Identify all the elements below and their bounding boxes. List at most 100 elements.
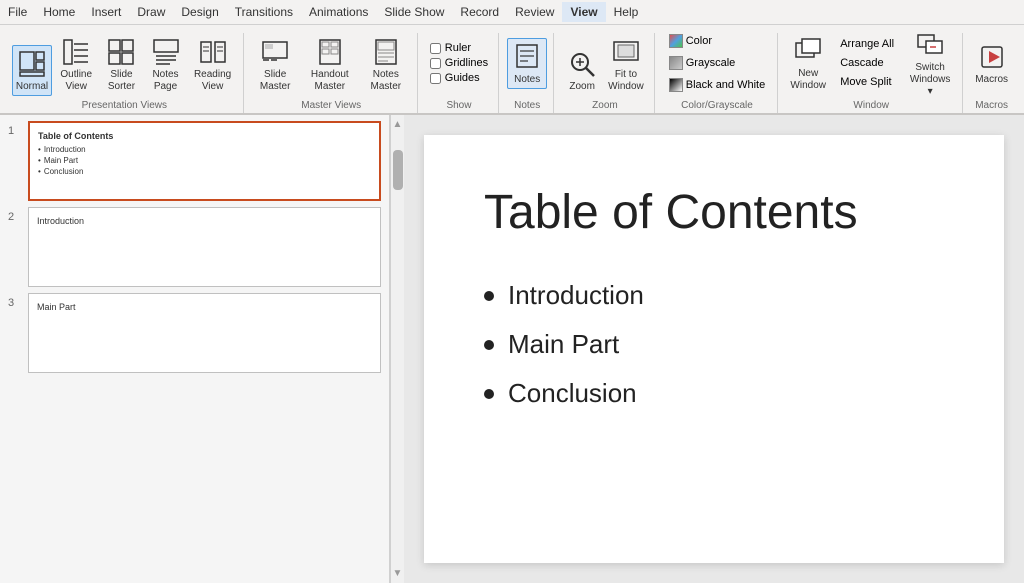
fit-window-button[interactable]: Fit to Window	[604, 33, 648, 96]
slide-sorter-button[interactable]: Slide Sorter	[100, 33, 142, 96]
menu-file[interactable]: File	[0, 2, 35, 22]
menu-view[interactable]: View	[562, 2, 605, 22]
color-label: Color	[686, 35, 712, 47]
switch-windows-icon	[914, 29, 946, 61]
menu-design[interactable]: Design	[173, 2, 226, 22]
menu-home[interactable]: Home	[35, 2, 83, 22]
handout-master-button[interactable]: Handout Master	[301, 33, 359, 96]
gridlines-checkbox-input[interactable]	[430, 58, 441, 69]
arrange-all-label: Arrange All	[840, 38, 894, 50]
outline-view-label: Outline View	[58, 69, 94, 93]
main-slide[interactable]: Table of Contents Introduction Main Part…	[424, 135, 1004, 563]
outline-view-button[interactable]: Outline View	[54, 33, 98, 96]
menu-animations[interactable]: Animations	[301, 2, 376, 22]
cascade-button[interactable]: Cascade	[834, 54, 900, 72]
scroll-area[interactable]: ▲ ▼	[390, 115, 404, 583]
menu-transitions[interactable]: Transitions	[227, 2, 301, 22]
slide-thumb-3[interactable]: Main Part	[28, 293, 381, 373]
ribbon: Normal Outline View Slide Sorter Notes P…	[0, 25, 1024, 115]
menu-record[interactable]: Record	[452, 2, 507, 22]
slide-master-button[interactable]: Slide Master	[252, 33, 299, 96]
fit-window-label: Fit to Window	[608, 69, 644, 93]
menu-review[interactable]: Review	[507, 2, 562, 22]
black-white-button[interactable]: Black and White	[663, 75, 771, 95]
guides-label: Guides	[445, 72, 480, 84]
slide-2-title: Introduction	[37, 216, 372, 226]
new-window-button[interactable]: New Window	[786, 32, 830, 95]
zoom-buttons: Zoom Fit to Window	[562, 33, 648, 96]
ruler-checkbox[interactable]: Ruler	[430, 42, 488, 54]
normal-view-button[interactable]: Normal	[12, 45, 52, 96]
reading-view-button[interactable]: Reading View	[189, 33, 237, 96]
ribbon-group-window: New Window Arrange All Cascade Move Spli…	[780, 33, 963, 113]
slide-panel[interactable]: 1 Table of Contents •Introduction •Main …	[0, 115, 390, 583]
bullet-dot-1	[484, 291, 494, 301]
notes-label: Notes	[514, 74, 540, 86]
slide-3-title: Main Part	[37, 302, 372, 312]
menu-draw[interactable]: Draw	[129, 2, 173, 22]
show-title: Show	[446, 100, 471, 111]
slide-thumb-1[interactable]: Table of Contents •Introduction •Main Pa…	[28, 121, 381, 201]
slide-master-icon	[259, 36, 291, 68]
slide-1-title: Table of Contents	[38, 131, 371, 141]
gridlines-checkbox[interactable]: Gridlines	[430, 57, 488, 69]
main-slide-bullet-3-text: Conclusion	[508, 378, 637, 409]
slide-sorter-label: Slide Sorter	[104, 69, 138, 93]
grayscale-label: Grayscale	[686, 57, 736, 69]
main-area: 1 Table of Contents •Introduction •Main …	[0, 115, 1024, 583]
zoom-button[interactable]: Zoom	[562, 45, 602, 96]
main-slide-bullet-2: Main Part	[484, 329, 944, 360]
slide-1-bullet-1-text: Introduction	[44, 145, 86, 154]
slide-number-1: 1	[8, 125, 20, 137]
scroll-thumb[interactable]	[393, 150, 403, 190]
menu-insert[interactable]: Insert	[83, 2, 129, 22]
normal-view-label: Normal	[16, 81, 48, 93]
move-split-label: Move Split	[840, 76, 891, 88]
main-slide-bullet-3: Conclusion	[484, 378, 944, 409]
window-small-buttons: Arrange All Cascade Move Split	[834, 33, 900, 93]
main-slide-bullet-1-text: Introduction	[508, 280, 644, 311]
slide-1-bullet-3-text: Conclusion	[44, 167, 84, 176]
slide-thumb-2[interactable]: Introduction	[28, 207, 381, 287]
zoom-title: Zoom	[592, 100, 618, 111]
grayscale-button[interactable]: Grayscale	[663, 53, 771, 73]
ribbon-group-macros: Macros Macros	[965, 33, 1018, 113]
macros-button[interactable]: Macros	[971, 38, 1012, 89]
menu-slideshow[interactable]: Slide Show	[376, 2, 452, 22]
bullet-dot-3	[484, 389, 494, 399]
slide-item-3[interactable]: 3 Main Part	[8, 293, 381, 373]
ruler-checkbox-input[interactable]	[430, 43, 441, 54]
color-button[interactable]: Color	[663, 31, 771, 51]
menu-bar: File Home Insert Draw Design Transitions…	[0, 0, 1024, 25]
menu-help[interactable]: Help	[606, 2, 647, 22]
normal-view-icon	[16, 48, 48, 80]
notes-page-icon	[150, 36, 182, 68]
notes-page-button[interactable]: Notes Page	[144, 33, 186, 96]
content-area: Table of Contents Introduction Main Part…	[404, 115, 1024, 583]
main-slide-bullet-1: Introduction	[484, 280, 944, 311]
slide-1-bullet-1: •Introduction	[38, 145, 371, 154]
slide-item-2[interactable]: 2 Introduction	[8, 207, 381, 287]
switch-windows-button[interactable]: Switch Windows ▾	[904, 26, 956, 101]
color-swatch	[669, 34, 683, 48]
presentation-views-buttons: Normal Outline View Slide Sorter Notes P…	[12, 33, 237, 96]
cascade-label: Cascade	[840, 57, 883, 69]
ruler-label: Ruler	[445, 42, 471, 54]
arrange-all-button[interactable]: Arrange All	[834, 35, 900, 53]
notes-master-button[interactable]: Notes Master	[361, 33, 411, 96]
new-window-icon	[792, 35, 824, 67]
macros-icon	[976, 41, 1008, 73]
slide-item-1[interactable]: 1 Table of Contents •Introduction •Main …	[8, 121, 381, 201]
slide-number-2: 2	[8, 211, 20, 223]
presentation-views-title: Presentation Views	[82, 100, 167, 111]
show-checkboxes: Ruler Gridlines Guides	[426, 33, 492, 93]
handout-master-icon	[314, 36, 346, 68]
main-slide-title: Table of Contents	[484, 185, 944, 240]
guides-checkbox[interactable]: Guides	[430, 72, 488, 84]
notes-button[interactable]: Notes	[507, 38, 547, 89]
switch-windows-label: Switch Windows ▾	[908, 62, 952, 98]
main-slide-bullet-2-text: Main Part	[508, 329, 619, 360]
move-split-button[interactable]: Move Split	[834, 73, 900, 91]
guides-checkbox-input[interactable]	[430, 73, 441, 84]
notes-page-label: Notes Page	[148, 69, 182, 93]
